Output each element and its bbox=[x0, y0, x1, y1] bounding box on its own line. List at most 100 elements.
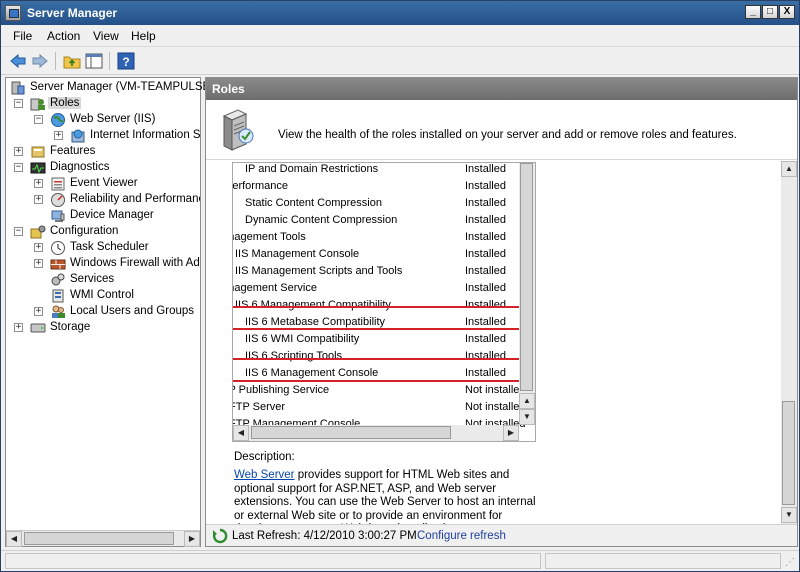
list-vertical-scrollbar[interactable]: ▲ ▼ bbox=[519, 163, 535, 425]
tree-item-task-scheduler[interactable]: + Task Scheduler bbox=[8, 240, 200, 256]
help-icon[interactable]: ? bbox=[117, 52, 135, 70]
collapse-icon[interactable]: − bbox=[14, 163, 23, 172]
show-hide-tree-icon[interactable] bbox=[85, 52, 103, 70]
menu-view[interactable]: View bbox=[93, 29, 119, 43]
list-item[interactable]: IP and Domain Restrictions Installed bbox=[233, 163, 518, 178]
scrollbar-thumb[interactable] bbox=[24, 532, 174, 545]
forward-arrow-icon[interactable] bbox=[31, 52, 49, 70]
scrollbar-thumb[interactable] bbox=[782, 401, 795, 505]
last-refresh-text: Last Refresh: 4/12/2010 3:00:27 PM bbox=[232, 530, 417, 542]
list-item[interactable]: Static Content Compression Installed bbox=[233, 195, 518, 212]
menu-file[interactable]: File bbox=[13, 29, 32, 43]
list-item[interactable]: IIS 6 WMI Compatibility Installed bbox=[233, 331, 518, 348]
tree-item-windows-firewall[interactable]: + Windows Firewall with Advanced Securit… bbox=[8, 256, 200, 272]
firewall-icon bbox=[50, 259, 66, 270]
svg-text:?: ? bbox=[122, 55, 129, 69]
roles-pane: Roles View the health of the roles insta… bbox=[205, 77, 798, 547]
tree-item-reliability-performance[interactable]: + Reliability and Performance bbox=[8, 192, 200, 208]
roles-icon bbox=[30, 98, 45, 111]
scroll-up-icon[interactable]: ▲ bbox=[519, 393, 535, 409]
scroll-down-icon[interactable]: ▼ bbox=[781, 507, 797, 523]
navigation-tree[interactable]: Server Manager (VM-TEAMPULSE) − Roles − … bbox=[5, 77, 214, 547]
back-arrow-icon[interactable] bbox=[9, 52, 27, 70]
roles-vertical-scrollbar[interactable]: ▲ ▼ bbox=[781, 161, 797, 524]
tree-item-diagnostics[interactable]: − Diagnostics bbox=[8, 160, 200, 176]
collapse-icon[interactable]: − bbox=[14, 227, 23, 236]
features-icon bbox=[31, 146, 45, 158]
roles-header: Roles bbox=[206, 78, 797, 100]
tree-item-server-manager[interactable]: Server Manager (VM-TEAMPULSE) bbox=[8, 80, 214, 96]
expand-icon[interactable]: + bbox=[34, 179, 43, 188]
description-text: Web Server provides support for HTML Web… bbox=[234, 469, 544, 524]
list-item[interactable]: Management Service Installed bbox=[233, 280, 518, 297]
status-segment bbox=[5, 553, 541, 569]
iis-manager-icon bbox=[71, 129, 85, 143]
menu-action[interactable]: Action bbox=[47, 29, 80, 43]
server-manager-icon bbox=[11, 81, 25, 95]
resize-grip-icon[interactable]: ⋰ bbox=[785, 557, 797, 569]
scroll-left-icon[interactable]: ◀ bbox=[233, 425, 249, 441]
tree-item-services[interactable]: Services bbox=[8, 272, 200, 288]
collapse-icon[interactable]: − bbox=[14, 99, 23, 108]
tree-item-local-users-groups[interactable]: + Local Users and Groups bbox=[8, 304, 200, 320]
highlight-metabase-compatibility bbox=[233, 306, 523, 330]
roles-summary-text: View the health of the roles installed o… bbox=[278, 129, 737, 141]
refresh-icon bbox=[212, 528, 228, 544]
tree-item-roles[interactable]: − Roles bbox=[8, 96, 200, 112]
collapse-icon[interactable]: − bbox=[34, 115, 43, 124]
tree-item-wmi-control[interactable]: WMI Control bbox=[8, 288, 200, 304]
tree-item-iis-manager[interactable]: + Internet Information Services bbox=[8, 128, 200, 144]
server-manager-app-icon bbox=[5, 5, 21, 21]
scroll-left-icon[interactable]: ◀ bbox=[6, 531, 22, 547]
scrollbar-thumb[interactable] bbox=[251, 426, 451, 439]
list-item[interactable]: FTP Publishing Service Not installed bbox=[233, 382, 526, 399]
title-bar[interactable]: Server Manager _ □ X bbox=[1, 1, 799, 25]
menu-help[interactable]: Help bbox=[131, 29, 156, 43]
list-item[interactable]: IIS Management Scripts and Tools Install… bbox=[233, 263, 518, 280]
refresh-status-strip: Last Refresh: 4/12/2010 3:00:27 PM Confi… bbox=[206, 524, 797, 546]
configure-refresh-link[interactable]: Configure refresh bbox=[417, 530, 506, 542]
list-item[interactable]: Performance Installed bbox=[233, 178, 518, 195]
roles-summary: View the health of the roles installed o… bbox=[206, 100, 797, 160]
expand-icon[interactable]: + bbox=[34, 259, 43, 268]
scrollbar-thumb[interactable] bbox=[520, 163, 533, 391]
role-services-list[interactable]: IP and Domain Restrictions Installed Per… bbox=[232, 162, 536, 442]
performance-icon bbox=[51, 193, 65, 207]
tree-item-configuration[interactable]: − Configuration bbox=[8, 224, 200, 240]
description-label: Description: bbox=[234, 451, 295, 463]
expand-icon[interactable]: + bbox=[34, 307, 43, 316]
tree-item-features[interactable]: + Features bbox=[8, 144, 200, 160]
tree-horizontal-scrollbar[interactable]: ◀ ▶ bbox=[6, 530, 200, 547]
expand-icon[interactable]: + bbox=[34, 195, 43, 204]
tree-item-device-manager[interactable]: Device Manager bbox=[8, 208, 200, 224]
maximize-button[interactable]: □ bbox=[762, 5, 778, 19]
configuration-icon bbox=[30, 225, 46, 239]
minimize-button[interactable]: _ bbox=[745, 5, 761, 19]
expand-icon[interactable]: + bbox=[54, 131, 63, 140]
list-item[interactable]: Dynamic Content Compression Installed bbox=[233, 212, 518, 229]
diagnostics-icon bbox=[30, 162, 46, 174]
expand-icon[interactable]: + bbox=[14, 147, 23, 156]
roles-title: Roles bbox=[212, 82, 245, 96]
web-server-link[interactable]: Web Server bbox=[234, 469, 295, 481]
list-item[interactable]: Management Tools Installed bbox=[233, 229, 518, 246]
list-horizontal-scrollbar[interactable]: ◀ ▶ bbox=[233, 425, 519, 441]
scroll-down-icon[interactable]: ▼ bbox=[519, 409, 535, 425]
scroll-right-icon[interactable]: ▶ bbox=[184, 531, 200, 547]
scroll-up-icon[interactable]: ▲ bbox=[781, 161, 797, 177]
close-button[interactable]: X bbox=[779, 5, 795, 19]
toolbar-separator bbox=[55, 52, 56, 70]
scroll-right-icon[interactable]: ▶ bbox=[503, 425, 519, 441]
users-icon bbox=[52, 305, 65, 318]
tree-item-storage[interactable]: + Storage bbox=[8, 320, 200, 336]
storage-icon bbox=[30, 323, 46, 333]
expand-icon[interactable]: + bbox=[34, 243, 43, 252]
tree-item-web-server[interactable]: − Web Server (IIS) bbox=[8, 112, 200, 128]
list-item[interactable]: FTP Server Not installed bbox=[233, 399, 526, 416]
globe-icon bbox=[51, 113, 65, 127]
tree-item-event-viewer[interactable]: + Event Viewer bbox=[8, 176, 200, 192]
list-item[interactable]: IIS Management Console Installed bbox=[233, 246, 518, 263]
expand-icon[interactable]: + bbox=[14, 323, 23, 332]
toolbar-separator bbox=[109, 52, 110, 70]
up-folder-icon[interactable] bbox=[63, 52, 81, 70]
